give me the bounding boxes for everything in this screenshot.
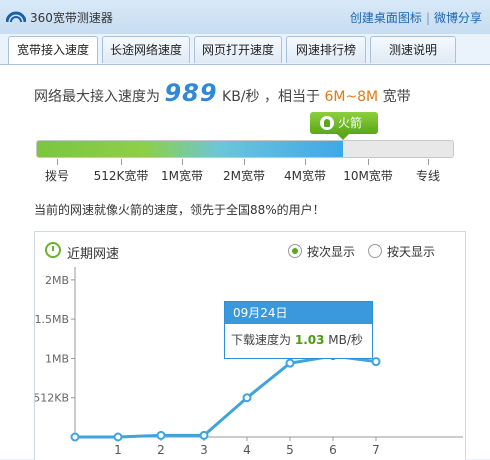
scale-label: 10M宽带 xyxy=(343,169,393,183)
speed-level-label: 火箭 xyxy=(338,116,363,130)
scale-label: 512K宽带 xyxy=(93,169,149,183)
data-point xyxy=(285,358,295,368)
scale-label: 1M宽带 xyxy=(161,169,203,183)
app-title: 360宽带测速器 xyxy=(30,11,113,25)
x-tick-label: 7 xyxy=(372,443,380,457)
data-point xyxy=(199,430,209,440)
scale-tick xyxy=(428,159,429,165)
data-tooltip: 09月24日 下载速度为 1.03 MB/秒 xyxy=(224,301,373,359)
data-point xyxy=(242,393,252,403)
scale-tick xyxy=(121,159,122,165)
tooltip-label: 下载速度为 xyxy=(231,333,292,347)
scale-tick xyxy=(244,159,245,165)
data-point xyxy=(371,357,381,367)
speed-summary: 网络最大接入速度为 989 KB/秒 ，相当于 6M~8M 宽带 xyxy=(34,79,411,107)
speed-prefix: 网络最大接入速度为 xyxy=(34,89,160,105)
speed-level-badge: 火箭 xyxy=(310,112,378,134)
top-links: 创建桌面图标 | 微博分享 xyxy=(349,11,482,25)
series-line xyxy=(75,354,377,439)
speed-level-fill xyxy=(37,141,343,157)
speed-suffix: 宽带 xyxy=(382,89,411,105)
tab-speed-help[interactable]: 测速说明 xyxy=(370,36,456,63)
y-tick-label: 2MB xyxy=(45,274,69,287)
scale-tick xyxy=(57,159,58,165)
data-point xyxy=(70,432,80,442)
data-point xyxy=(156,430,166,440)
tab-speed-ranking[interactable]: 网速排行榜 xyxy=(286,36,366,63)
main-panel: 网络最大接入速度为 989 KB/秒 ，相当于 6M~8M 宽带 火箭 拨号 51… xyxy=(0,64,490,460)
data-point xyxy=(113,432,123,442)
scale-tick xyxy=(182,159,183,165)
scale-tick xyxy=(305,159,306,165)
x-tick-label: 4 xyxy=(243,443,251,457)
speed-band: 6M~8M xyxy=(324,89,379,105)
speed-unit: KB/秒 xyxy=(222,89,260,105)
tooltip-body: 下载速度为 1.03 MB/秒 xyxy=(225,324,372,348)
title-bar: 360宽带测速器 创建桌面图标 | 微博分享 xyxy=(0,0,490,34)
speed-level-bar xyxy=(36,140,454,158)
tooltip-value: 1.03 xyxy=(294,333,325,347)
x-tick-label: 6 xyxy=(329,443,337,457)
scale-tick xyxy=(368,159,369,165)
y-tick-label: 512KB xyxy=(35,392,69,405)
scale-label: 2M宽带 xyxy=(223,169,265,183)
y-tick-label: 1.5MB xyxy=(35,313,69,326)
x-tick-label: 3 xyxy=(200,443,208,457)
speed-equivalent-text: ，相当于 xyxy=(263,89,320,105)
x-tick-label: 5 xyxy=(286,443,294,457)
y-tick-label: 1MB xyxy=(45,352,69,365)
tooltip-unit: MB/秒 xyxy=(328,333,363,347)
scale-label: 拨号 xyxy=(44,169,70,183)
tab-webpage-speed[interactable]: 网页打开速度 xyxy=(194,36,282,63)
scale-label: 4M宽带 xyxy=(284,169,326,183)
x-tick-label: 2 xyxy=(157,443,165,457)
tab-long-distance-speed[interactable]: 长途网络速度 xyxy=(102,36,190,63)
app-logo-icon xyxy=(6,11,26,23)
tab-access-speed[interactable]: 宽带接入速度 xyxy=(8,36,98,65)
create-desktop-icon-link[interactable]: 创建桌面图标 xyxy=(350,11,422,25)
rocket-icon xyxy=(320,116,334,130)
tooltip-date: 09月24日 xyxy=(225,302,372,324)
speed-value: 989 xyxy=(164,79,218,107)
x-tick-label: 1 xyxy=(114,443,122,457)
weibo-share-link[interactable]: 微博分享 xyxy=(434,11,482,25)
scale-label: 专线 xyxy=(415,169,441,183)
comparison-text: 当前的网速就像火箭的速度，领先于全国88%的用户！ xyxy=(34,203,325,217)
